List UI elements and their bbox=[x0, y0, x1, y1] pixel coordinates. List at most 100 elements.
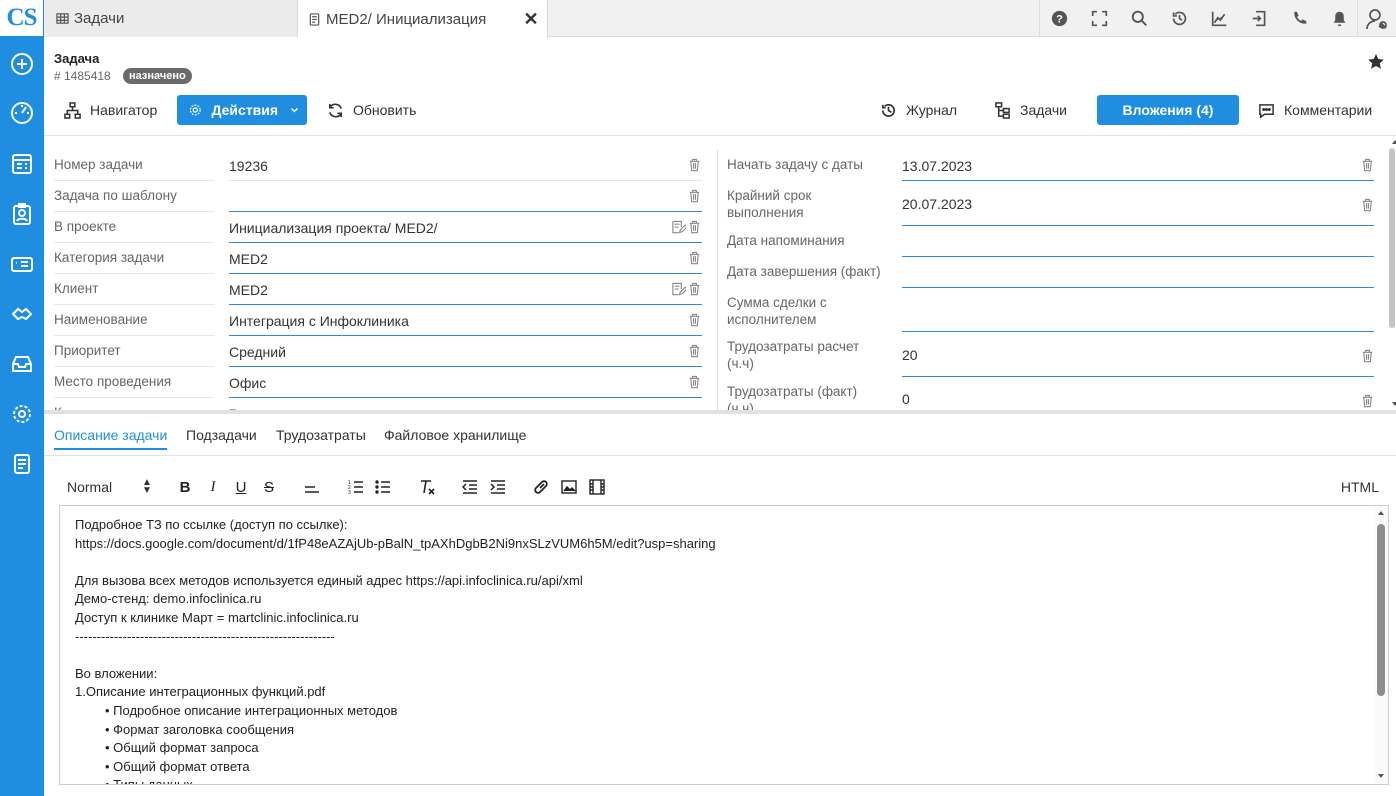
tab-subtasks[interactable]: Подзадачи bbox=[186, 427, 257, 443]
editor-bullet: • Типы данных bbox=[105, 777, 193, 785]
trash-icon[interactable] bbox=[687, 374, 702, 390]
bold-icon[interactable]: B bbox=[176, 478, 194, 496]
html-mode-button[interactable]: HTML bbox=[1341, 479, 1379, 495]
scroll-down-icon[interactable] bbox=[1377, 772, 1385, 780]
journal-button[interactable]: Журнал bbox=[872, 95, 965, 125]
scroll-up-icon[interactable] bbox=[1377, 509, 1385, 517]
tab-efforts[interactable]: Трудозатраты bbox=[276, 427, 366, 443]
fields-scrollbar[interactable] bbox=[1388, 138, 1396, 410]
history-icon[interactable] bbox=[1169, 8, 1189, 28]
client-input[interactable]: MED2 bbox=[229, 274, 702, 305]
trash-icon[interactable] bbox=[687, 250, 702, 266]
divider bbox=[1357, 0, 1358, 37]
indent-icon[interactable] bbox=[489, 478, 507, 496]
fullscreen-icon[interactable] bbox=[1089, 8, 1109, 28]
partial-input[interactable]: Р bbox=[229, 398, 702, 410]
tab-tasks[interactable]: Задачи bbox=[44, 0, 298, 37]
start-date-input[interactable]: 13.07.2023 bbox=[902, 150, 1374, 181]
trash-icon[interactable] bbox=[687, 312, 702, 328]
effort-planned-input[interactable]: 20 bbox=[902, 332, 1374, 377]
star-icon[interactable] bbox=[1366, 52, 1386, 72]
italic-icon[interactable]: I bbox=[204, 478, 222, 496]
select-arrows-icon[interactable]: ▲ ▼ bbox=[142, 478, 152, 496]
finish-date-input[interactable] bbox=[902, 257, 1374, 288]
video-icon[interactable] bbox=[588, 478, 606, 496]
comments-button[interactable]: Комментарии bbox=[1250, 95, 1380, 125]
contacts-icon[interactable] bbox=[6, 198, 38, 230]
name-input[interactable]: Интеграция с Инфоклиника bbox=[229, 305, 702, 336]
section-divider[interactable] bbox=[44, 410, 1396, 414]
priority-input[interactable]: Средний bbox=[229, 336, 702, 367]
align-icon[interactable] bbox=[303, 478, 321, 496]
chart-icon[interactable] bbox=[1209, 8, 1229, 28]
underline-icon[interactable]: U bbox=[232, 478, 250, 496]
bullet-list-icon[interactable] bbox=[374, 478, 392, 496]
editor-content[interactable]: Подробное ТЗ по ссылке (доступ по ссылке… bbox=[75, 516, 1355, 785]
phone-icon[interactable] bbox=[1289, 8, 1309, 28]
deadline-input[interactable]: 20.07.2023 bbox=[902, 181, 1374, 226]
refresh-button[interactable]: Обновить bbox=[319, 95, 424, 125]
actions-button[interactable]: Действия bbox=[177, 95, 307, 125]
trash-icon[interactable] bbox=[687, 188, 702, 204]
task-fields-left: Номер задачи 19236 Задача по шаблону В п… bbox=[54, 150, 706, 410]
trash-icon[interactable] bbox=[687, 157, 702, 173]
template-input[interactable] bbox=[229, 181, 702, 212]
app-logo[interactable]: CS bbox=[0, 0, 44, 36]
scrollbar-thumb[interactable] bbox=[1377, 524, 1385, 696]
format-select[interactable]: Normal bbox=[67, 479, 112, 495]
editor-line: Демо-стенд: demo.infoclinica.ru bbox=[75, 591, 262, 607]
trash-icon[interactable] bbox=[1360, 197, 1375, 213]
navigator-button[interactable]: Навигатор bbox=[56, 95, 165, 125]
trash-icon[interactable] bbox=[1360, 348, 1375, 364]
trash-icon[interactable] bbox=[687, 343, 702, 359]
image-icon[interactable] bbox=[560, 478, 578, 496]
field-category: Категория задачи MED2 bbox=[54, 243, 702, 274]
project-input[interactable]: Инициализация проекта/ MED2/ bbox=[229, 212, 702, 243]
close-icon[interactable]: ✕ bbox=[521, 9, 541, 29]
field-deadline: Крайний срок выполнения 20.07.2023 bbox=[727, 181, 1375, 226]
edit-icon[interactable] bbox=[671, 219, 686, 235]
field-priority: Приоритет Средний bbox=[54, 336, 702, 367]
trash-icon[interactable] bbox=[687, 219, 702, 235]
finance-icon[interactable] bbox=[6, 248, 38, 280]
bell-icon[interactable] bbox=[1329, 8, 1349, 28]
scrollbar-thumb[interactable] bbox=[1389, 148, 1395, 328]
import-icon[interactable] bbox=[1249, 8, 1269, 28]
effort-actual-input[interactable]: 0 bbox=[902, 377, 1374, 410]
editor-bullet: • Формат заголовка сообщения bbox=[105, 721, 295, 737]
description-editor[interactable]: Подробное ТЗ по ссылке (доступ по ссылке… bbox=[59, 505, 1389, 785]
tasks-board-icon[interactable] bbox=[6, 148, 38, 180]
tab-description[interactable]: Описание задачи bbox=[54, 427, 168, 450]
subtasks-button[interactable]: Задачи bbox=[986, 95, 1075, 125]
editor-scrollbar[interactable] bbox=[1374, 506, 1388, 784]
settings-icon[interactable] bbox=[6, 398, 38, 430]
search-icon[interactable] bbox=[1129, 8, 1149, 28]
tab-file-storage[interactable]: Файловое хранилище bbox=[384, 427, 526, 443]
scroll-up-icon[interactable] bbox=[1391, 138, 1396, 146]
attachments-button[interactable]: Вложения (4) bbox=[1097, 95, 1239, 125]
field-client: Клиент MED2 bbox=[54, 274, 702, 305]
edit-icon[interactable] bbox=[671, 281, 686, 297]
add-icon[interactable] bbox=[6, 48, 38, 80]
trash-icon[interactable] bbox=[1360, 393, 1375, 409]
deal-amount-input[interactable] bbox=[902, 288, 1374, 332]
user-settings-icon[interactable] bbox=[1364, 6, 1390, 32]
reminder-date-input[interactable] bbox=[902, 226, 1374, 257]
documents-icon[interactable] bbox=[6, 448, 38, 480]
strike-icon[interactable]: S bbox=[260, 478, 278, 496]
link-icon[interactable] bbox=[532, 478, 550, 496]
trash-icon[interactable] bbox=[687, 281, 702, 297]
ordered-list-icon[interactable]: 123 bbox=[347, 478, 365, 496]
tab-current-task[interactable]: MED2/ Инициализация ✕ bbox=[298, 0, 548, 38]
field-partial: К Р bbox=[54, 398, 702, 410]
clear-format-icon[interactable] bbox=[418, 478, 436, 496]
scroll-down-icon[interactable] bbox=[1391, 400, 1396, 408]
deals-icon[interactable] bbox=[6, 298, 38, 330]
location-input[interactable]: Офис bbox=[229, 367, 702, 398]
outdent-icon[interactable] bbox=[461, 478, 479, 496]
help-icon[interactable]: ? bbox=[1049, 8, 1069, 28]
trash-icon[interactable] bbox=[1360, 157, 1375, 173]
category-input[interactable]: MED2 bbox=[229, 243, 702, 274]
inbox-icon[interactable] bbox=[6, 348, 38, 380]
dashboard-icon[interactable] bbox=[6, 97, 38, 129]
